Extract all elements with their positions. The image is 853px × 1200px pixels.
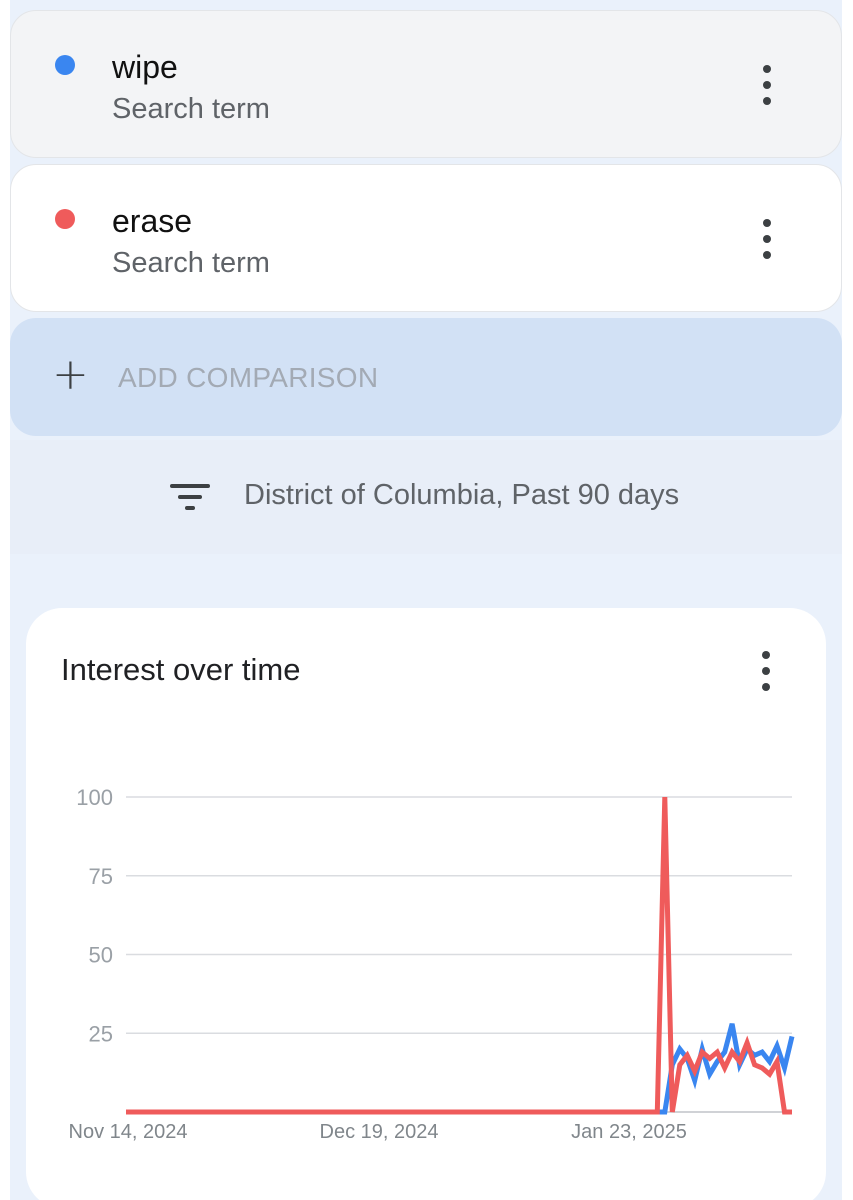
interest-over-time-card: Interest over time 100 75 50 25 Nov 14, 2024…: [26, 608, 826, 1200]
x-tick-label: Dec 19, 2024: [320, 1121, 439, 1143]
x-tick-label: Nov 14, 2024: [69, 1121, 188, 1143]
filter-summary: District of Columbia, Past 90 days: [244, 479, 680, 511]
y-tick-label: 75: [89, 864, 113, 889]
series-color-dot: [55, 209, 75, 229]
plus-icon: +: [52, 349, 89, 400]
x-tick-label: Jan 23, 2025: [571, 1121, 687, 1143]
add-comparison-button[interactable]: + ADD COMPARISON: [10, 318, 842, 436]
search-term-subtitle: Search term: [112, 247, 270, 279]
y-tick-label: 25: [89, 1021, 113, 1046]
more-options-icon[interactable]: [761, 65, 773, 105]
y-tick-label: 50: [89, 943, 113, 968]
add-comparison-label: ADD COMPARISON: [118, 362, 379, 393]
filter-icon: [170, 482, 210, 512]
search-term-card-wipe[interactable]: wipe Search term: [10, 10, 842, 158]
series-color-dot: [55, 55, 75, 75]
search-term-subtitle: Search term: [112, 93, 270, 125]
more-options-icon[interactable]: [761, 219, 773, 259]
search-term-card-erase[interactable]: erase Search term: [10, 164, 842, 312]
filter-bar[interactable]: District of Columbia, Past 90 days: [10, 440, 842, 554]
search-term-name: wipe: [112, 49, 178, 85]
y-tick-label: 100: [76, 785, 113, 810]
search-term-name: erase: [112, 203, 193, 239]
line-chart: 100 75 50 25 Nov 14, 2024 Dec 19, 2024 Jan 23,…: [69, 785, 795, 1143]
